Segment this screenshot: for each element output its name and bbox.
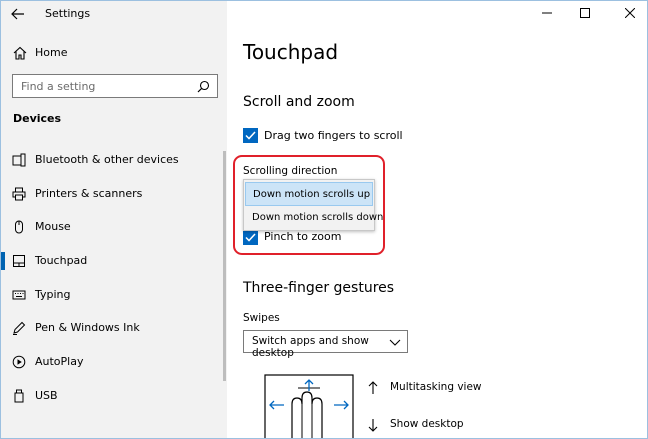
sidebar-item-autoplay[interactable]: AutoPlay — [1, 347, 223, 377]
sidebar-item-label: AutoPlay — [35, 355, 84, 368]
touchpad-icon — [13, 255, 25, 267]
three-finger-heading: Three-finger gestures — [243, 280, 395, 296]
sidebar-item-label: USB — [35, 389, 58, 402]
main-content: Touchpad Scroll and zoom Drag two finger… — [227, 1, 647, 438]
home-nav-item[interactable]: Home — [1, 41, 227, 65]
gesture-legend-label: Show desktop — [390, 418, 464, 430]
minimize-button[interactable] — [532, 3, 562, 23]
sidebar-item-typing[interactable]: Typing — [1, 280, 223, 310]
search-input[interactable]: Find a setting — [12, 74, 218, 98]
close-button[interactable] — [615, 3, 645, 23]
scrolling-direction-dropdown[interactable]: Down motion scrolls up Down motion scrol… — [243, 179, 383, 231]
sidebar: Settings Home Find a setting Devices Blu… — [1, 1, 227, 438]
swipes-select[interactable]: Switch apps and show desktop — [243, 330, 408, 359]
sidebar-item-label: Typing — [35, 288, 71, 301]
sidebar-item-label: Pen & Windows Ink — [35, 321, 140, 334]
maximize-button[interactable] — [570, 3, 600, 23]
swipes-select-value: Switch apps and show desktop — [252, 335, 369, 359]
autoplay-icon — [12, 355, 26, 369]
mouse-icon — [15, 220, 23, 234]
sidebar-item-pen[interactable]: Pen & Windows Ink — [1, 313, 223, 343]
close-icon — [625, 8, 635, 18]
printer-icon — [12, 187, 26, 201]
sidebar-section-title: Devices — [13, 112, 62, 125]
maximize-icon — [580, 8, 590, 18]
pen-icon — [13, 321, 26, 335]
sidebar-item-usb[interactable]: USB — [1, 381, 223, 411]
home-icon — [13, 46, 27, 60]
sidebar-item-touchpad[interactable]: Touchpad — [1, 246, 223, 276]
sidebar-item-mouse[interactable]: Mouse — [1, 212, 223, 242]
dropdown-option-scrolls-down[interactable]: Down motion scrolls down — [245, 206, 383, 230]
sidebar-item-printers[interactable]: Printers & scanners — [1, 179, 223, 209]
scroll-zoom-heading: Scroll and zoom — [243, 94, 355, 110]
back-button[interactable] — [7, 4, 29, 24]
pinch-to-zoom-checkbox[interactable] — [243, 230, 258, 245]
app-title: Settings — [45, 7, 91, 20]
selection-indicator — [1, 252, 5, 270]
checkmark-icon — [245, 131, 256, 140]
arrow-up-icon — [368, 381, 378, 394]
sidebar-item-label: Printers & scanners — [35, 187, 143, 200]
usb-icon — [14, 389, 24, 403]
sidebar-scrollbar[interactable] — [223, 151, 226, 381]
drag-two-fingers-label: Drag two fingers to scroll — [264, 129, 403, 142]
gesture-legend-label: Multitasking view — [390, 381, 482, 393]
dropdown-option-scrolls-up[interactable]: Down motion scrolls up — [245, 182, 373, 206]
back-arrow-icon — [11, 8, 24, 20]
sidebar-item-label: Touchpad — [35, 254, 88, 267]
pinch-to-zoom-label: Pinch to zoom — [264, 230, 342, 243]
sidebar-item-bluetooth[interactable]: Bluetooth & other devices — [1, 145, 223, 175]
swipes-label: Swipes — [243, 312, 280, 324]
chevron-down-icon — [389, 339, 401, 346]
search-placeholder: Find a setting — [21, 80, 96, 93]
home-label: Home — [35, 46, 68, 59]
settings-window: Settings Home Find a setting Devices Blu… — [0, 0, 648, 439]
scrolling-direction-label: Scrolling direction — [243, 165, 338, 177]
drag-two-fingers-checkbox[interactable] — [243, 128, 258, 143]
three-finger-gesture-illustration — [264, 374, 354, 438]
title-bar: Settings — [1, 1, 227, 27]
sidebar-item-label: Mouse — [35, 220, 71, 233]
bluetooth-device-icon — [12, 153, 26, 167]
page-title: Touchpad — [243, 40, 339, 64]
sidebar-item-label: Bluetooth & other devices — [35, 153, 179, 166]
minimize-icon — [542, 12, 552, 14]
search-icon — [197, 80, 210, 93]
keyboard-icon — [12, 290, 26, 300]
checkmark-icon — [245, 233, 256, 242]
arrow-down-icon — [368, 419, 378, 432]
